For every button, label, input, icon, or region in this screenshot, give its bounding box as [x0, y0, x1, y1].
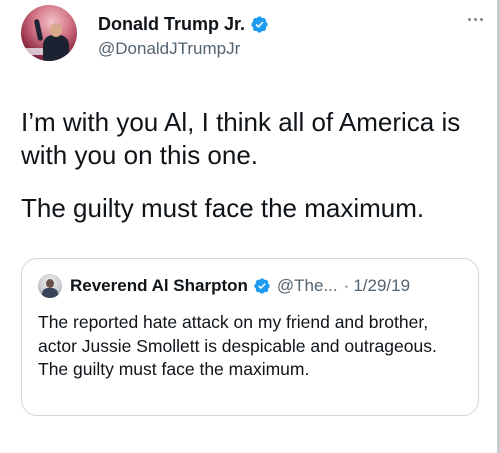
- quoted-author-handle[interactable]: @The...: [277, 275, 338, 297]
- quoted-author-avatar[interactable]: [38, 274, 62, 298]
- tweet-text-paragraph-2: The guilty must face the maximum.: [21, 193, 425, 223]
- quoted-avatar-figure-body: [42, 288, 58, 298]
- quoted-tweet[interactable]: Reverend Al Sharpton @The... · 1/29/19 T…: [21, 258, 479, 416]
- verified-badge-icon: [251, 15, 268, 33]
- more-dot: [474, 18, 477, 21]
- quoted-tweet-separator: ·: [343, 276, 350, 295]
- author-avatar[interactable]: [21, 5, 77, 61]
- author-name-text: Donald Trump Jr.: [98, 14, 246, 34]
- author-handle[interactable]: @DonaldJTrumpJr: [98, 38, 240, 60]
- author-display-name[interactable]: Donald Trump Jr.: [98, 13, 269, 35]
- quoted-avatar-figure-head: [46, 279, 54, 288]
- more-options-icon[interactable]: [468, 18, 483, 21]
- quoted-tweet-date[interactable]: 1/29/19: [353, 275, 410, 297]
- avatar-figure-arm: [33, 18, 44, 42]
- quoted-author-display-name[interactable]: Reverend Al Sharpton: [70, 275, 248, 297]
- more-dot: [468, 18, 471, 21]
- quoted-tweet-text: The reported hate attack on my friend an…: [38, 312, 437, 379]
- avatar-figure-body: [43, 35, 69, 61]
- tweet-card: Donald Trump Jr. @DonaldJTrumpJr I’m wit…: [0, 0, 500, 453]
- quoted-tweet-header: Reverend Al Sharpton @The... · 1/29/19: [70, 275, 410, 297]
- verified-badge-icon: [254, 278, 270, 294]
- avatar-figure-head: [50, 23, 62, 37]
- tweet-text-paragraph-1: I’m with you Al, I think all of America …: [21, 107, 461, 170]
- more-dot: [480, 18, 483, 21]
- avatar-background-detail: [21, 48, 43, 55]
